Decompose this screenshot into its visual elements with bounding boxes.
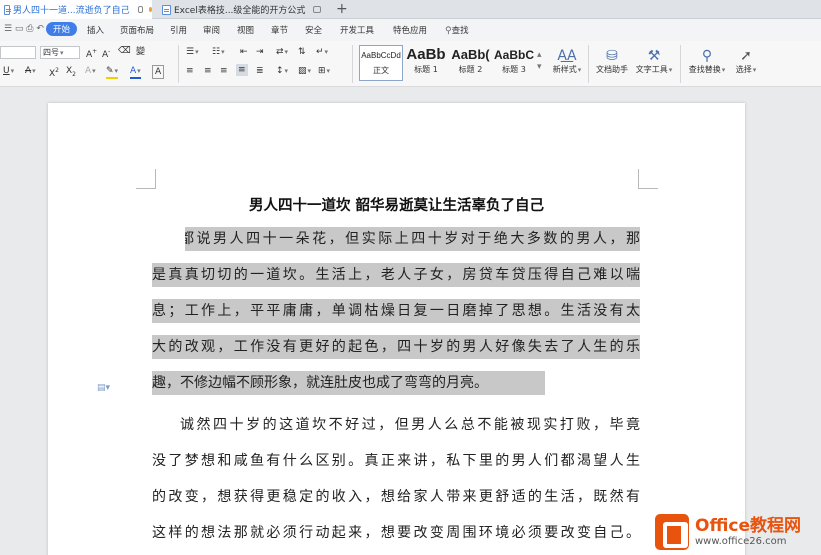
menu-page-layout[interactable]: 页面布局 <box>120 24 154 36</box>
unsaved-dot-icon <box>149 7 152 12</box>
justify-icon[interactable]: ≡ <box>236 64 248 76</box>
document-tab-active[interactable]: 男人四十一道...流逝负了自己 <box>0 0 152 19</box>
menu-security[interactable]: 安全 <box>305 24 322 36</box>
line-spacing-icon[interactable]: ↕ <box>276 65 288 77</box>
divider <box>178 45 179 83</box>
distribute-icon[interactable]: ≣ <box>256 65 264 77</box>
text-line[interactable]: 趣，不修边幅不顾形象，就连肚皮也成了弯弯的月亮。 <box>152 371 545 395</box>
selection-gap <box>152 227 185 251</box>
menu-bar: ☰ ▭ ⎙ ↶ ↷ ▾ 开始 插入 页面布局 引用 审阅 视图 章节 安全 开发… <box>0 19 821 41</box>
watermark-url: www.office26.com <box>695 535 787 547</box>
menu-review[interactable]: 审阅 <box>203 24 220 36</box>
menu-special[interactable]: 特色应用 <box>393 24 427 36</box>
text-line[interactable]: 这样的想法那就必须行动起来，想要改变周围环境必须要改变自己。 <box>152 521 640 545</box>
document-tab[interactable]: Excel表格技...级全能的开方公式 <box>158 0 333 19</box>
style-heading-2[interactable]: AaBb( 标题 2 <box>449 45 492 81</box>
numbered-list-icon[interactable]: ☷ <box>212 46 225 58</box>
font-color-icon[interactable]: A <box>130 65 141 79</box>
subscript-icon[interactable]: X2 <box>66 65 76 81</box>
search-icon: ⚲ <box>445 26 452 36</box>
ribbon-toolbar: 四号 A+ A- ⌫ 變 U A X2 X2 A ✎ A A ☰ ☷ ⇤ ⇥ ⇄… <box>0 41 821 87</box>
show-marks-icon[interactable]: ↵ <box>316 46 328 58</box>
font-name-select[interactable] <box>0 46 36 59</box>
bullet-list-icon[interactable]: ☰ <box>186 46 199 58</box>
find-replace-button[interactable]: ⚲ 查找替换 <box>686 47 728 75</box>
align-right-icon[interactable]: ≡ <box>220 65 228 77</box>
highlight-icon[interactable]: ✎ <box>106 65 119 79</box>
new-style-icon: A͟A <box>557 48 577 64</box>
decrease-indent-icon[interactable]: ⇤ <box>240 46 248 58</box>
chinese-layout-icon[interactable]: ⇄ <box>276 46 288 58</box>
font-size-select[interactable]: 四号 <box>40 46 80 59</box>
doc-assistant-icon: ⛁ <box>606 48 618 64</box>
new-tab-button[interactable]: + <box>336 1 348 17</box>
select-button[interactable]: ➚ 选择 <box>730 47 762 75</box>
text-line[interactable]: 诚然四十岁的这道坎不好过，但男人么总不能被现实打败，毕竟 <box>152 413 640 437</box>
search-icon: ⚲ <box>701 48 713 64</box>
menu-view[interactable]: 视图 <box>237 24 254 36</box>
divider <box>352 45 353 83</box>
shrink-font-icon[interactable]: A- <box>102 46 110 61</box>
grow-font-icon[interactable]: A+ <box>86 46 97 61</box>
style-heading-1[interactable]: AaBb 标题 1 <box>404 45 448 81</box>
underline-icon[interactable]: U <box>3 65 14 77</box>
watermark-name: Office教程网 <box>695 515 802 536</box>
align-left-icon[interactable]: ≡ <box>186 65 194 77</box>
sort-icon[interactable]: ⇅ <box>298 46 306 58</box>
document-icon <box>162 4 171 15</box>
increase-indent-icon[interactable]: ⇥ <box>256 46 264 58</box>
comment-icon[interactable] <box>313 6 322 13</box>
align-center-icon[interactable]: ≡ <box>204 65 212 77</box>
style-normal[interactable]: AaBbCcDd 正文 <box>359 45 403 81</box>
text-tools-button[interactable]: ⚒ 文字工具 <box>633 47 675 75</box>
menu-chapter[interactable]: 章节 <box>271 24 288 36</box>
document-page[interactable]: 男人四十一道坎 韶华易逝莫让生活辜负了自己 都说男人四十一朵花，但实际上四十岁对… <box>48 103 745 555</box>
cursor-icon: ➚ <box>740 48 752 64</box>
text-line[interactable]: 息；工作上，平平庸庸，单调枯燥日复一日磨掉了思想。生活没有太 <box>152 299 640 323</box>
shading-icon[interactable]: ▨ <box>298 65 311 77</box>
menu-search[interactable]: ⚲查找 <box>445 24 469 36</box>
text-line[interactable]: 是真真切切的一道坎。生活上，老人子女，房贷车贷压得自己难以喘 <box>152 263 640 287</box>
wrench-icon: ⚒ <box>647 48 661 64</box>
menu-insert[interactable]: 插入 <box>87 24 104 36</box>
divider <box>588 45 589 83</box>
text-line[interactable]: 大的改观，工作没有更好的起色，四十岁的男人好像失去了人生的乐 <box>152 335 640 359</box>
office-logo-icon <box>655 513 689 550</box>
new-style-button[interactable]: A͟A 新样式 <box>550 47 584 75</box>
style-heading-3[interactable]: AaBbC 标题 3 <box>493 45 535 81</box>
tab-label: Excel表格技...级全能的开方公式 <box>174 6 306 16</box>
superscript-icon[interactable]: X2 <box>49 65 59 80</box>
doc-assistant-button[interactable]: ⛁ 文档助手 <box>592 47 632 75</box>
clear-format-icon[interactable]: ⌫ <box>118 45 131 57</box>
menu-home[interactable]: 开始 <box>46 22 78 36</box>
margin-corner-left <box>136 169 156 189</box>
border-icon[interactable]: ⊞ <box>318 65 330 77</box>
text-line[interactable]: 都说男人四十一朵花，但实际上四十岁对于绝大多数的男人，那 <box>152 227 640 251</box>
document-tab-bar: 男人四十一道...流逝负了自己 Excel表格技...级全能的开方公式 + <box>0 0 821 19</box>
document-title[interactable]: 男人四十一道坎 韶华易逝莫让生活辜负了自己 <box>48 194 745 215</box>
text-line[interactable]: 没了梦想和咸鱼有什么区别。真正来讲，私下里的男人们都渴望人生 <box>152 449 640 473</box>
comment-icon[interactable] <box>137 6 144 13</box>
char-border-icon[interactable]: A <box>152 65 165 79</box>
text-line[interactable]: 的改变，想获得更稳定的收入，想给家人带来更舒适的生活，既然有 <box>152 485 640 509</box>
paragraph-handle-icon[interactable]: ▤▾ <box>97 383 110 393</box>
watermark-logo: Office教程网 www.office26.com <box>655 508 821 555</box>
divider <box>680 45 681 83</box>
menu-developer[interactable]: 开发工具 <box>340 24 374 36</box>
styles-scroll-icon[interactable]: ▴ ▾ <box>537 49 542 73</box>
tab-label: 男人四十一道...流逝负了自己 <box>13 6 130 16</box>
text-effect-icon[interactable]: A <box>85 65 96 77</box>
document-icon <box>4 4 12 15</box>
menu-references[interactable]: 引用 <box>170 24 187 36</box>
strikethrough-icon[interactable]: A <box>25 65 36 77</box>
margin-corner-right <box>638 169 658 189</box>
phonetic-icon[interactable]: 變 <box>136 46 145 58</box>
